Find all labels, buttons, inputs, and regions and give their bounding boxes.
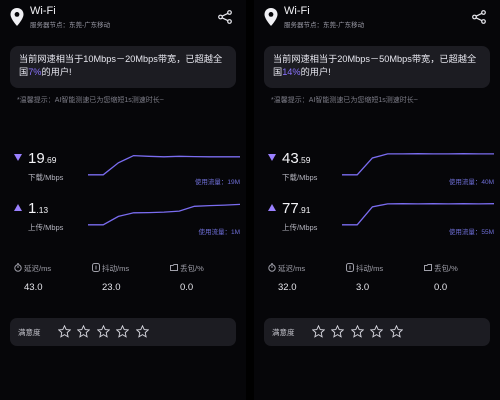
download-label: 下载/Mbps [282,173,318,182]
rating-star-4[interactable] [370,325,384,338]
server-node-label: 服务器节点：东莞-广东移动 [30,22,111,29]
upload-speed-graph [88,203,240,226]
satisfaction-label: 满意度 [18,328,41,337]
latency-label: 延迟/ms [24,264,52,273]
download-speed-int: 19 [28,150,45,167]
rating-star-5[interactable] [389,325,403,338]
download-speed-graph [342,153,494,176]
download-traffic-used: 使用流量：40M [448,179,494,186]
latency-icon [268,263,276,272]
quality-stats: 延迟/ms 32.0 抖动/ms 3.0 丢包/% 0.0 [268,263,490,303]
download-traffic-used: 使用流量：19M [194,179,240,186]
upload-speed-graph [342,203,494,226]
quality-stats: 延迟/ms 43.0 抖动/ms 23.0 丢包/% 0.0 [14,263,236,303]
packet-loss-label: 丢包/% [180,264,204,273]
packet-loss-value: 0.0 [180,282,194,293]
upload-label: 上传/Mbps [28,223,64,232]
rating-star-2[interactable] [77,325,91,338]
speedtest-result-panel-2: Wi-Fi 服务器节点：东莞-广东移动 当前网速相当于20Mbps－50Mbps… [254,0,500,400]
jitter-label: 抖动/ms [102,264,130,273]
latency-value: 32.0 [278,282,297,293]
latency-value: 43.0 [24,282,43,293]
upload-traffic-used: 使用流量：55M [448,229,494,236]
tip-text: *温馨提示：AI智能测速已为您缩短1s测速时长~ [17,97,164,104]
packet-loss-label: 丢包/% [434,264,458,273]
download-speed-value: 19.69 [28,150,57,167]
rating-stars [312,325,405,339]
jitter-icon [92,263,100,272]
jitter-value: 3.0 [356,282,370,293]
rating-star-4[interactable] [116,325,130,338]
share-icon[interactable] [218,10,232,24]
rating-star-1[interactable] [312,325,325,338]
jitter-label: 抖动/ms [356,264,384,273]
rating-star-1[interactable] [58,325,71,338]
download-arrow-icon [14,154,22,161]
tip-text: *温馨提示：AI智能测速已为您缩短1s测速时长~ [271,97,418,104]
network-header: Wi-Fi 服务器节点：东莞-广东移动 [264,4,490,34]
speedtest-result-panel-1: Wi-Fi 服务器节点：东莞-广东移动 当前网速相当于10Mbps－20Mbps… [0,0,246,400]
download-speed-decimal: .59 [298,155,311,165]
server-node-label: 服务器节点：东莞-广东移动 [284,22,365,29]
latency-label: 延迟/ms [278,264,306,273]
rating-star-3[interactable] [96,325,110,338]
download-metric: 19.69 下载/Mbps 使用流量：19M [14,148,240,198]
rating-star-5[interactable] [135,325,149,338]
rating-star-3[interactable] [350,325,364,338]
download-speed-graph [88,154,240,176]
panel-divider [246,0,254,400]
location-pin-icon [264,8,278,26]
upload-label: 上传/Mbps [282,223,318,232]
share-icon[interactable] [472,10,486,24]
packet-loss-icon [424,264,432,271]
upload-speed-decimal: .13 [36,205,49,215]
jitter-icon [346,263,354,272]
download-label: 下载/Mbps [28,173,64,182]
upload-arrow-icon [268,204,276,211]
packet-loss-icon [170,264,178,271]
network-name: Wi-Fi [30,5,56,17]
satisfaction-label: 满意度 [272,328,295,337]
upload-metric: 77.91 上传/Mbps 使用流量：55M [268,198,494,248]
summary-text-end: 的用户! [41,67,72,77]
rating-stars [58,325,151,339]
download-speed-value: 43.59 [282,150,311,167]
download-speed-int: 43 [282,150,299,167]
result-summary-banner: 当前网速相当于20Mbps－50Mbps带宽，已超越全国14%的用户! [264,46,490,88]
location-pin-icon [10,8,24,26]
upload-speed-value: 77.91 [282,200,311,217]
latency-icon [14,263,22,272]
download-metric: 43.59 下载/Mbps 使用流量：40M [268,148,494,198]
upload-speed-int: 77 [282,200,299,217]
upload-arrow-icon [14,204,22,211]
download-arrow-icon [268,154,276,161]
packet-loss-value: 0.0 [434,282,448,293]
result-summary-banner: 当前网速相当于10Mbps－20Mbps带宽，已超越全国7%的用户! [10,46,236,88]
summary-text-end: 的用户! [300,67,331,77]
network-name: Wi-Fi [284,5,310,17]
rating-star-2[interactable] [331,325,345,338]
satisfaction-rating-bar: 满意度 [10,318,236,346]
percentile-highlight: 7% [28,67,42,77]
upload-speed-value: 1.13 [28,200,48,217]
jitter-value: 23.0 [102,282,121,293]
satisfaction-rating-bar: 满意度 [264,318,490,346]
network-header: Wi-Fi 服务器节点：东莞-广东移动 [10,4,236,34]
upload-metric: 1.13 上传/Mbps 使用流量：1M [14,198,240,248]
download-speed-decimal: .69 [44,155,57,165]
upload-traffic-used: 使用流量：1M [198,229,240,236]
upload-speed-decimal: .91 [298,205,311,215]
percentile-highlight: 14% [282,67,301,77]
